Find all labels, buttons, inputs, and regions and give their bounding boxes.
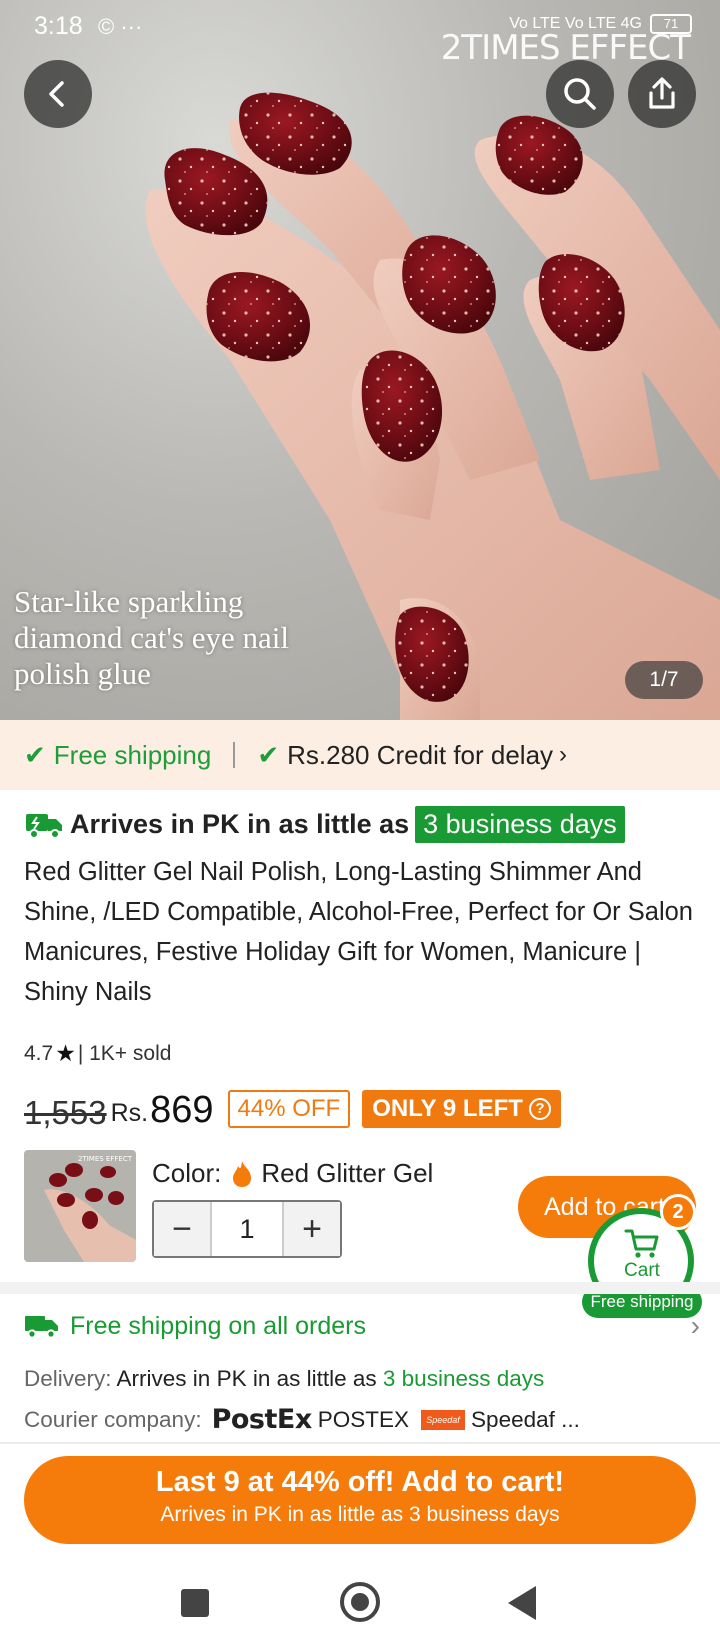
quantity-stepper[interactable]: − 1 + — [152, 1200, 342, 1258]
promo-strip[interactable]: ✔ Free shipping ✔ Rs.280 Credit for dela… — [0, 720, 720, 790]
original-price: 1,553 — [24, 1094, 107, 1131]
delay-credit-label: Rs.280 Credit for delay — [287, 739, 554, 770]
courier-info: Courier company: PostEx POSTEX Speedaf S… — [24, 1404, 580, 1435]
delivery-text: Arrives in PK in as little as — [116, 1366, 377, 1391]
search-icon — [564, 78, 596, 110]
courier-postex: POSTEX — [317, 1406, 410, 1432]
cta-headline: Last 9 at 44% off! Add to cart! — [155, 1466, 565, 1498]
system-back-button[interactable] — [508, 1586, 536, 1620]
speedaf-logo: Speedaf — [421, 1409, 466, 1430]
cart-count-badge: 2 — [660, 1194, 696, 1230]
shipping-truck-icon — [25, 1316, 58, 1339]
shipping-info-row[interactable]: Free shipping on all orders › — [24, 1310, 700, 1342]
recent-apps-button[interactable] — [181, 1589, 209, 1617]
sold-count: | 1K+ sold — [77, 1041, 172, 1065]
product-image-gallery[interactable]: 3:18 © ··· Vo LTE Vo LTE 4G 71 2TIMES EF… — [0, 0, 720, 720]
image-caption: Star-like sparkling diamond cat's eye na… — [14, 584, 290, 691]
quantity-value[interactable]: 1 — [210, 1202, 284, 1256]
delivery-banner: Arrives in PK in as little as 3 business… — [24, 806, 625, 843]
status-notification-icons: © ··· — [98, 14, 143, 39]
status-time: 3:18 — [34, 12, 83, 40]
rating-value: 4.7 — [24, 1041, 54, 1065]
variant-color-row: Color: Red Glitter Gel — [152, 1158, 433, 1189]
color-label: Color: — [152, 1158, 222, 1188]
truck-icon — [26, 813, 62, 839]
cta-subtext: Arrives in PK in as little as 3 business… — [160, 1503, 560, 1526]
flame-icon — [233, 1160, 252, 1187]
star-icon: ★ — [55, 1040, 76, 1066]
stock-badge[interactable]: ONLY 9 LEFT ? — [362, 1090, 561, 1128]
delivery-banner-text: Arrives in PK in as little as — [70, 809, 410, 839]
courier-speedaf: Speedaf ... — [471, 1406, 580, 1432]
check-icon: ✔ — [24, 739, 46, 770]
back-button[interactable] — [24, 60, 92, 128]
chevron-right-icon: › — [690, 1310, 700, 1341]
section-divider — [0, 1282, 720, 1294]
discount-badge: 44% OFF — [227, 1090, 351, 1128]
delivery-label: Delivery: — [24, 1366, 112, 1391]
increase-button[interactable]: + — [284, 1202, 340, 1256]
share-icon — [649, 77, 675, 109]
free-shipping-label: Free shipping — [53, 739, 212, 770]
cart-icon — [624, 1229, 659, 1258]
postex-logo: PostEx — [211, 1404, 313, 1435]
currency-label: Rs. — [110, 1099, 149, 1127]
delivery-info: Delivery: Arrives in PK in as little as … — [24, 1366, 544, 1392]
search-button[interactable] — [546, 60, 614, 128]
price-row: 1,553 Rs. 869 44% OFF ONLY 9 LEFT ? — [24, 1082, 561, 1132]
divider — [0, 1442, 720, 1444]
delivery-days-badge: 3 business days — [415, 806, 625, 843]
stock-label: ONLY 9 LEFT — [372, 1095, 523, 1122]
sale-price: 869 — [150, 1089, 214, 1131]
home-button[interactable] — [340, 1582, 380, 1622]
courier-label: Courier company: — [24, 1406, 202, 1432]
thumb-watermark: 2TIMES EFFECT — [78, 1155, 133, 1163]
help-icon[interactable]: ? — [528, 1098, 551, 1120]
decrease-button[interactable]: − — [154, 1202, 210, 1256]
bottom-add-to-cart-button[interactable]: Last 9 at 44% off! Add to cart! Arrives … — [24, 1456, 696, 1544]
delivery-days: 3 business days — [382, 1366, 545, 1391]
product-title: Red Glitter Gel Nail Polish, Long-Lastin… — [24, 858, 693, 1006]
cart-label: Cart — [624, 1260, 660, 1281]
check-icon: ✔ — [257, 739, 280, 770]
chevron-left-icon — [49, 81, 64, 107]
rating-row[interactable]: 4.7 ★ | 1K+ sold — [24, 1040, 171, 1067]
share-button[interactable] — [628, 60, 696, 128]
shipping-headline: Free shipping on all orders — [70, 1311, 366, 1340]
chevron-right-icon: › — [559, 741, 568, 768]
color-value: Red Glitter Gel — [261, 1158, 434, 1188]
image-counter: 1/7 — [625, 661, 703, 699]
variant-photo: 2TIMES EFFECT — [24, 1150, 136, 1262]
promo-divider — [233, 742, 236, 768]
variant-thumbnail[interactable]: 2TIMES EFFECT — [24, 1150, 136, 1262]
